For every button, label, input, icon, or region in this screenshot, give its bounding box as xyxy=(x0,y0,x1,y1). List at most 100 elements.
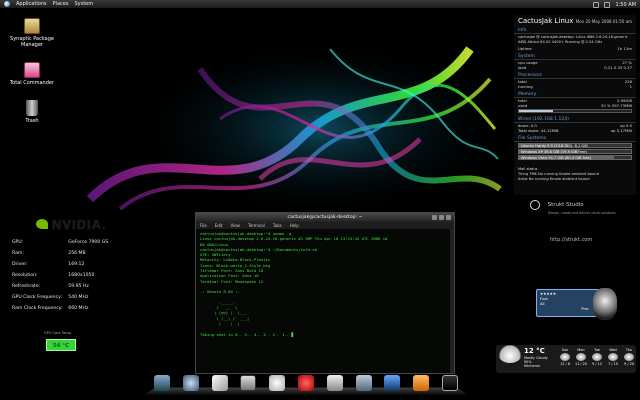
strukt-widget: Strukt Studio Design, create and deliver… xyxy=(530,200,630,243)
sysmon-kernel: cactusjak @ cactusjak-desktop: Linux i68… xyxy=(518,35,628,44)
desktop-icon-label: Trash xyxy=(25,118,39,124)
weather-condition: Mostly Cloudy 90% Kitchener xyxy=(524,356,548,368)
x-icon[interactable] xyxy=(240,375,257,391)
gpu-stat-row: Refreshrate: 59.95 Hz xyxy=(12,284,89,289)
desktop-icon-trash[interactable]: Trash xyxy=(2,100,62,124)
menu-help[interactable]: Help xyxy=(290,222,299,229)
gpu-stat-row: Driver: 169.12 xyxy=(12,262,85,267)
memory-bar-fill xyxy=(519,110,553,112)
gpu-info-widget: NVIDIA. GPU: GeForce 7900 GS Ram: 256 MB D… xyxy=(4,215,114,365)
strukt-logo-icon xyxy=(530,200,540,210)
desktop-icon-synaptic[interactable]: Synaptic Package Manager xyxy=(2,18,62,48)
gpu-stat-row: GPU: GeForce 7900 GS xyxy=(12,240,109,245)
menu-terminal[interactable]: Terminal xyxy=(248,222,265,229)
terminal-menubar: File Edit View Terminal Tabs Help xyxy=(196,222,454,229)
drive-icon[interactable] xyxy=(326,375,343,391)
desktop-icon-label: Total Commander xyxy=(9,80,55,86)
forecast-day: Sun 12 / 6 xyxy=(560,348,570,366)
forecast-day: Tue 9 / 12 xyxy=(592,348,602,366)
strukt-url[interactable]: http://strukt.com xyxy=(550,237,630,243)
music-status: Pmc xyxy=(581,307,589,311)
terminal-output[interactable]: cactusjak@cactusjak-desktop:~$ uname -a … xyxy=(196,229,454,373)
menu-file[interactable]: File xyxy=(200,222,207,229)
nvidia-eye-icon xyxy=(36,219,48,229)
fs-bar: Windows XP 36.8 GiB (19.9 GiB free) xyxy=(518,149,632,154)
sysmon-title: CactusJak Linux xyxy=(518,17,574,25)
monitor-icon[interactable] xyxy=(441,375,458,391)
window-buttons xyxy=(432,215,451,220)
terminal-title: cactusjak@cactusjak-desktop: ~ xyxy=(287,215,363,220)
sysmon-section-memory: Memory xyxy=(514,89,636,98)
commander-icon xyxy=(24,62,40,78)
cloud-icon xyxy=(576,353,586,361)
weather-forecast: Sun 12 / 6 Mon 11 / 20 Tue 9 / 12 Wed 7 / 15… xyxy=(558,348,636,366)
gpu-stat-row: Ram: 256 MB xyxy=(12,251,86,256)
media-icon[interactable] xyxy=(297,375,314,391)
nvidia-brand: NVIDIA. xyxy=(52,216,107,232)
minimize-icon[interactable] xyxy=(432,215,437,220)
music-widget[interactable]: ★★★★★ Fuzz All Pmc xyxy=(536,288,617,320)
terminal-titlebar[interactable]: cactusjak@cactusjak-desktop: ~ xyxy=(196,213,454,222)
forecast-day: Thu 9 / 20 xyxy=(624,348,634,366)
terminal-window[interactable]: cactusjak@cactusjak-desktop: ~ File Edit… xyxy=(195,212,455,374)
vlc-icon[interactable] xyxy=(413,375,430,391)
menu-applications[interactable]: Applications xyxy=(16,1,47,7)
menu-places[interactable]: Places xyxy=(53,1,69,7)
network-icon[interactable] xyxy=(593,1,600,8)
sysmon-section-processors: Processors xyxy=(514,70,636,79)
panel-clock[interactable]: 1:50 AM xyxy=(615,2,636,8)
top-panel: Applications Places System 1:50 AM xyxy=(0,0,640,9)
menu-system[interactable]: System xyxy=(74,1,93,7)
gpu-temp-badge: 54 °C xyxy=(46,339,76,351)
gpu-temp-label: GPU Core Temp xyxy=(44,331,72,335)
forecast-day: Mon 11 / 20 xyxy=(575,348,587,366)
cloud-icon xyxy=(624,353,634,361)
cloud-icon xyxy=(592,353,602,361)
fs-bar: Windows Vista 94.7 GiB (80.4 GiB free) xyxy=(518,155,632,160)
package-icon xyxy=(24,18,40,34)
gpu-stat-row: GPU Clock Frequency: 540 MHz xyxy=(12,295,89,300)
desktop-icon-label: Synaptic Package Manager xyxy=(10,36,54,48)
terminal-scrollbar[interactable] xyxy=(450,229,454,373)
dock-items xyxy=(154,375,458,391)
nvidia-logo: NVIDIA. xyxy=(36,215,114,233)
maximize-icon[interactable] xyxy=(439,215,444,220)
sysmon-section-filesystems: File Systems xyxy=(514,133,636,142)
gpu-stat-row: Resolution: 1680x1050 xyxy=(12,273,95,278)
volume-icon[interactable] xyxy=(604,1,611,8)
mail-status: Mail status Tiring TMK No running Kmale … xyxy=(514,167,636,182)
menu-view[interactable]: View xyxy=(230,222,240,229)
menu-tabs[interactable]: Tabs xyxy=(273,222,282,229)
desktop-icon-total-commander[interactable]: Total Commander xyxy=(2,62,62,86)
gpu-stat-row: Ram Clock Frequency: 660 MHz xyxy=(12,306,89,311)
memory-bar xyxy=(518,109,632,113)
forecast-day: Wed 7 / 15 xyxy=(608,348,618,366)
mail-icon[interactable] xyxy=(355,375,372,391)
sysmon-date: Mon 20 May 2008 01:50 am xyxy=(575,19,632,24)
close-icon[interactable] xyxy=(446,215,451,220)
trash-icon xyxy=(26,100,38,116)
strukt-name: Strukt Studio xyxy=(547,202,584,208)
vim-icon[interactable] xyxy=(211,375,228,391)
music-icon[interactable] xyxy=(384,375,401,391)
cloud-icon xyxy=(498,345,522,363)
dock xyxy=(144,373,468,397)
mail-status-line: Artist No running Kmale ambient bound xyxy=(518,177,590,181)
fs-bar: Ubuntu Hardy 9.5 (13.8 GiB): 6.1 GiB xyxy=(518,143,632,148)
sysmon-section-system: System xyxy=(514,51,636,60)
strukt-tagline: Design, create and deliver visual soluti… xyxy=(548,211,616,215)
album-art-icon xyxy=(593,288,617,320)
ubuntu-logo-icon[interactable] xyxy=(4,1,10,7)
cloud-icon xyxy=(560,353,570,361)
weather-widget: 12 °C Mostly Cloudy 90% Kitchener Sun 12 … xyxy=(496,345,636,373)
cloud-icon xyxy=(608,353,618,361)
network-icon[interactable] xyxy=(182,375,199,391)
menu-edit[interactable]: Edit xyxy=(215,222,223,229)
sysmon-header: CactusJak Linux Mon 20 May 2008 01:50 am xyxy=(514,15,636,25)
star-icon[interactable] xyxy=(269,375,286,391)
sysmon-section-info: Info xyxy=(514,25,636,34)
system-tray: 1:50 AM xyxy=(593,0,636,9)
gpu-stats: GPU: GeForce 7900 GS Ram: 256 MB Driver: 16… xyxy=(4,237,112,314)
finder-icon[interactable] xyxy=(154,375,170,391)
sysmon-section-network: Wired (192.168.1.124) xyxy=(514,114,636,123)
